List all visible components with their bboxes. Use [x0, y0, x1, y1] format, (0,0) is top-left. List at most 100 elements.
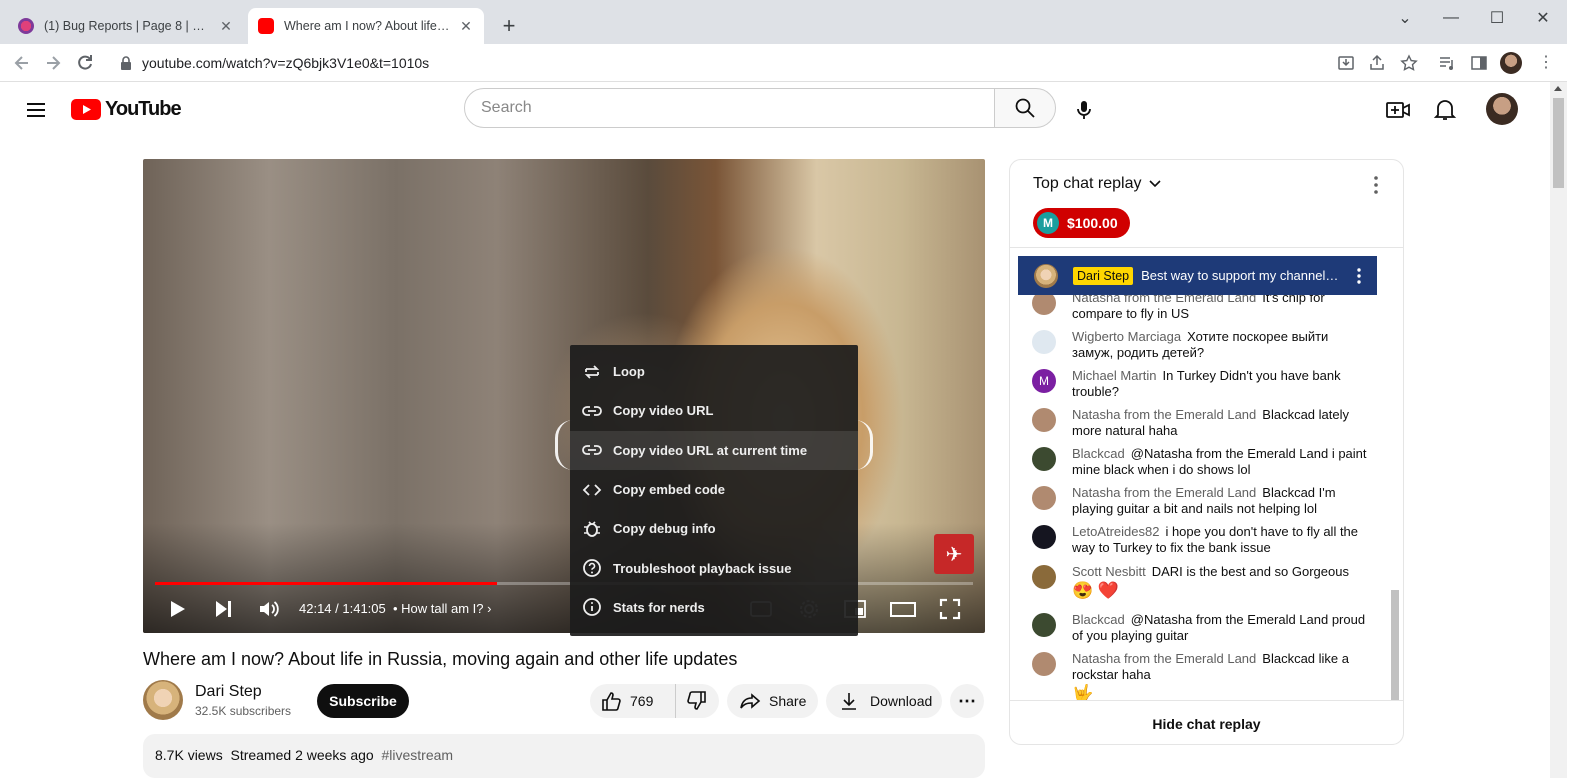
fullscreen-icon[interactable] — [938, 597, 962, 621]
super-chat-ticker[interactable]: M $100.00 — [1033, 208, 1130, 238]
chat-author-avatar[interactable] — [1032, 447, 1056, 471]
download-button[interactable]: Download — [826, 684, 942, 718]
browser-menu-icon[interactable]: ⋮ — [1538, 54, 1554, 72]
context-copy-url[interactable]: Copy video URL — [570, 391, 858, 430]
chat-author-name[interactable]: LetoAtreides82 — [1072, 524, 1159, 539]
close-window-button[interactable]: ✕ — [1520, 8, 1566, 28]
chat-author-name[interactable]: Blackcad — [1072, 612, 1125, 627]
play-icon[interactable] — [165, 597, 189, 621]
chat-author-avatar[interactable] — [1032, 565, 1056, 589]
context-copy-debug[interactable]: Copy debug info — [570, 509, 858, 548]
chat-author-avatar[interactable] — [1032, 486, 1056, 510]
context-label: Stats for nerds — [613, 599, 705, 615]
tab-search-icon[interactable]: ⌄ — [1382, 8, 1428, 28]
pinned-options-icon[interactable] — [1349, 266, 1369, 286]
chat-author-name[interactable]: Natasha from the Emerald Land — [1072, 407, 1256, 422]
channel-watermark-icon[interactable]: ✈ — [934, 534, 974, 574]
chat-message[interactable]: Natasha from the Emerald Land Blackcad la… — [1032, 407, 1372, 439]
chat-message[interactable]: Natasha from the Emerald Land Blackcad li… — [1032, 651, 1372, 700]
chat-message[interactable]: Blackcad @Natasha from the Emerald Land i… — [1032, 446, 1372, 478]
chat-author-name[interactable]: Natasha from the Emerald Land — [1072, 485, 1256, 500]
create-video-icon[interactable] — [1385, 97, 1411, 123]
channel-name[interactable]: Dari Step — [195, 683, 262, 701]
chat-author-avatar[interactable]: M — [1032, 369, 1056, 393]
context-stats-for-nerds[interactable]: Stats for nerds — [570, 588, 858, 627]
bookmark-star-icon[interactable] — [1400, 54, 1418, 72]
subscribe-button[interactable]: Subscribe — [317, 684, 409, 718]
chat-message-body: LetoAtreides82 i hope you don't have to f… — [1072, 524, 1372, 556]
search-button[interactable] — [994, 88, 1056, 128]
logo-text: YouTube — [105, 98, 182, 120]
search-input[interactable]: Search — [464, 88, 995, 128]
page-scrollbar[interactable] — [1550, 82, 1567, 778]
chat-author-avatar[interactable] — [1032, 330, 1056, 354]
more-actions-icon[interactable]: ⋯ — [950, 684, 984, 718]
scroll-thumb[interactable] — [1553, 98, 1564, 188]
pinned-message[interactable]: Dari Step Best way to support my channel… — [1018, 256, 1377, 295]
chat-message[interactable]: Wigberto Marciaga Хотите поскорее выйти з… — [1032, 329, 1372, 361]
chat-author-avatar[interactable] — [1032, 408, 1056, 432]
time-display: 42:14 / 1:41:05 • How tall am I? › — [299, 601, 492, 616]
chat-mode-dropdown[interactable]: Top chat replay — [1033, 175, 1162, 193]
youtube-logo[interactable]: YouTube — [71, 98, 182, 121]
chat-author-name[interactable]: Natasha from the Emerald Land — [1072, 651, 1256, 666]
close-tab-icon[interactable]: ✕ — [218, 18, 234, 34]
chat-author-name[interactable]: Michael Martin — [1072, 368, 1157, 383]
side-panel-icon[interactable] — [1470, 54, 1488, 72]
share-page-icon[interactable] — [1368, 54, 1386, 72]
reload-icon[interactable] — [75, 53, 95, 73]
share-button[interactable]: Share — [727, 684, 818, 718]
address-bar[interactable]: youtube.com/watch?v=zQ6bjk3V1e0&t=1010s — [108, 48, 1318, 78]
scroll-up-icon[interactable] — [1554, 86, 1562, 91]
theater-mode-icon[interactable] — [889, 597, 917, 621]
forward-icon[interactable] — [43, 53, 63, 73]
chat-message[interactable]: Scott Nesbitt DARI is the best and so Gor… — [1032, 564, 1372, 602]
tab-youtube[interactable]: Where am I now? About life in R… ✕ — [248, 8, 484, 44]
context-copy-embed[interactable]: Copy embed code — [570, 470, 858, 509]
account-avatar[interactable] — [1486, 93, 1518, 125]
chat-message[interactable]: Natasha from the Emerald Land Blackcad I'… — [1032, 485, 1372, 517]
chapter-title[interactable]: • How tall am I? — [393, 601, 484, 616]
back-icon[interactable] — [12, 53, 32, 73]
context-copy-url-time[interactable]: Copy video URL at current time — [570, 430, 858, 470]
profile-avatar[interactable] — [1500, 52, 1522, 74]
chat-message[interactable]: LetoAtreides82 i hope you don't have to f… — [1032, 524, 1372, 556]
volume-icon[interactable] — [257, 597, 281, 621]
close-tab-icon[interactable]: ✕ — [458, 18, 474, 34]
voice-search-button[interactable] — [1068, 94, 1100, 126]
channel-avatar[interactable] — [143, 680, 183, 720]
hashtag-link[interactable]: #livestream — [381, 747, 453, 763]
pinned-text: Best way to support my channel … — [1141, 268, 1341, 283]
chat-options-icon[interactable] — [1366, 174, 1386, 196]
description-box[interactable]: 8.7K views Streamed 2 weeks ago #livestr… — [143, 734, 985, 778]
stream-date: Streamed 2 weeks ago — [230, 747, 374, 763]
chat-message[interactable]: M Michael Martin In Turkey Didn't you have… — [1032, 368, 1372, 400]
hamburger-menu-icon[interactable] — [24, 98, 48, 122]
chat-author-name[interactable]: Blackcad — [1072, 446, 1125, 461]
share-label: Share — [769, 693, 807, 709]
chat-author-avatar[interactable] — [1032, 525, 1056, 549]
hide-chat-button[interactable]: Hide chat replay — [1010, 700, 1403, 744]
chat-author-name[interactable]: Wigberto Marciaga — [1072, 329, 1181, 344]
maximize-button[interactable]: ☐ — [1474, 8, 1520, 28]
chat-replay-panel: Top chat replay M $100.00 Natasha from t… — [1009, 159, 1404, 745]
video-player[interactable]: ✈ 42:14 / 1:41:05 • How tall am I? › — [143, 159, 985, 633]
notifications-bell-icon[interactable] — [1432, 97, 1458, 123]
like-button[interactable]: 769 — [590, 684, 676, 718]
chat-author-avatar[interactable] — [1032, 613, 1056, 637]
chat-author-name[interactable]: Scott Nesbitt — [1072, 564, 1146, 579]
tab-bug-reports[interactable]: (1) Bug Reports | Page 8 | Onionf… ✕ — [8, 8, 244, 44]
context-loop[interactable]: Loop — [570, 352, 858, 391]
minimize-button[interactable]: — — [1428, 8, 1474, 28]
context-troubleshoot[interactable]: Troubleshoot playback issue — [570, 548, 858, 587]
dislike-button[interactable] — [676, 684, 718, 718]
tab-title: (1) Bug Reports | Page 8 | Onionf… — [44, 19, 212, 33]
chat-scrollbar[interactable] — [1391, 590, 1399, 700]
media-control-icon[interactable] — [1438, 54, 1456, 72]
install-icon[interactable] — [1337, 54, 1355, 72]
next-video-icon[interactable] — [211, 597, 235, 621]
chat-message[interactable]: Blackcad @Natasha from the Emerald Land p… — [1032, 612, 1372, 644]
chat-message-body: Natasha from the Emerald Land Blackcad I'… — [1072, 485, 1372, 517]
new-tab-button[interactable]: + — [498, 15, 520, 38]
chat-author-avatar[interactable] — [1032, 652, 1056, 676]
